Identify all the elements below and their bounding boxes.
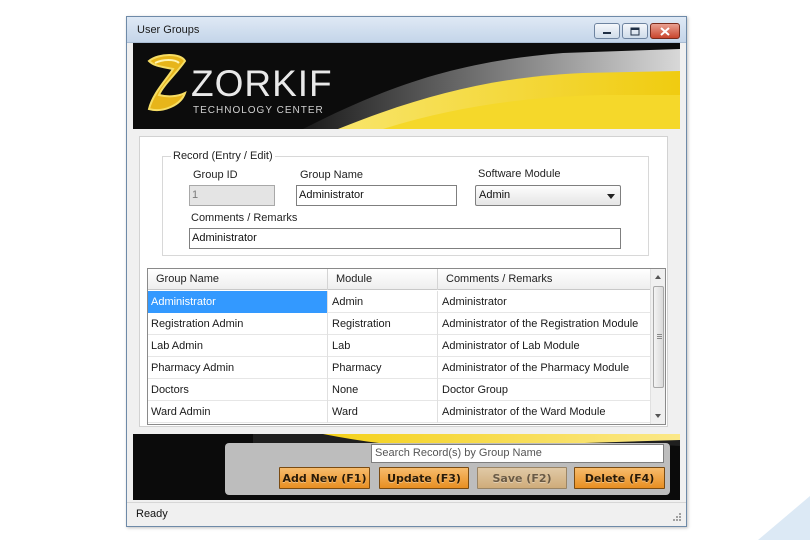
record-groupbox: Record (Entry / Edit) Group ID 1 Group N… [162,150,649,256]
search-input[interactable]: Search Record(s) by Group Name [371,444,664,463]
action-band: Search Record(s) by Group Name Add New (… [133,434,680,500]
table-row[interactable]: Ward Admin Ward Administrator of the War… [148,401,651,423]
brand-banner: ZORKIF TECHNOLOGY CENTER [133,43,680,129]
update-button[interactable]: Update (F3) [379,467,469,489]
group-id-field: 1 [189,185,275,206]
title-bar[interactable]: User Groups [127,17,686,43]
cell-group-name[interactable]: Lab Admin [148,335,328,357]
group-name-field[interactable]: Administrator [296,185,457,206]
comments-field[interactable]: Administrator [189,228,621,249]
cell-comments[interactable]: Administrator [438,291,651,313]
close-button[interactable] [650,23,680,39]
comments-label: Comments / Remarks [191,212,298,224]
cell-module[interactable]: Lab [328,335,438,357]
status-text: Ready [136,508,168,520]
software-module-select[interactable]: Admin [475,185,621,206]
table-row[interactable]: Registration Admin Registration Administ… [148,313,651,335]
cell-group-name[interactable]: Administrator [148,291,328,313]
column-header-comments[interactable]: Comments / Remarks [438,269,651,290]
corner-decoration [758,496,810,540]
resize-grip-icon[interactable] [672,512,682,522]
add-new-button[interactable]: Add New (F1) [279,467,370,489]
table-body: Administrator Admin Administrator Regist… [148,291,651,423]
cell-group-name[interactable]: Pharmacy Admin [148,357,328,379]
table-row[interactable]: Pharmacy Admin Pharmacy Administrator of… [148,357,651,379]
group-id-label: Group ID [193,169,238,181]
user-groups-window: User Groups ZORKIF TECHNOLOGY CENTER Rec… [126,16,687,527]
cell-module[interactable]: Admin [328,291,438,313]
grip-line-icon [657,336,662,337]
cell-module[interactable]: Pharmacy [328,357,438,379]
minimize-icon [603,32,611,34]
chevron-down-icon [607,194,615,199]
table-vertical-scrollbar[interactable] [650,269,665,424]
brand-tagline: TECHNOLOGY CENTER [193,105,324,116]
delete-button[interactable]: Delete (F4) [574,467,665,489]
cell-comments[interactable]: Administrator of the Ward Module [438,401,651,423]
software-module-label: Software Module [478,168,561,180]
software-module-value: Admin [479,189,511,201]
cell-group-name[interactable]: Ward Admin [148,401,328,423]
zorkif-logo-mark [147,54,187,111]
cell-group-name[interactable]: Registration Admin [148,313,328,335]
column-header-module[interactable]: Module [328,269,438,290]
table-header: Group Name Module Comments / Remarks [148,269,651,290]
grip-line-icon [657,338,662,339]
maximize-button[interactable] [622,23,648,39]
table-row[interactable]: Lab Admin Lab Administrator of Lab Modul… [148,335,651,357]
window-title: User Groups [137,24,200,36]
scroll-down-arrow-icon[interactable] [655,414,661,418]
close-icon [660,26,670,36]
status-bar: Ready [127,502,686,526]
table-row[interactable]: Administrator Admin Administrator [148,291,651,313]
main-panel: Record (Entry / Edit) Group ID 1 Group N… [139,136,668,427]
record-groupbox-title: Record (Entry / Edit) [171,150,275,162]
brand-name: ZORKIF [191,63,333,104]
scrollbar-thumb[interactable] [653,286,664,388]
cell-comments[interactable]: Administrator of the Registration Module [438,313,651,335]
table-row[interactable]: Doctors None Doctor Group [148,379,651,401]
grip-line-icon [657,334,662,335]
action-panel: Search Record(s) by Group Name Add New (… [225,443,670,495]
maximize-icon [630,27,640,35]
column-header-group-name[interactable]: Group Name [148,269,328,290]
cell-module[interactable]: Registration [328,313,438,335]
cell-module[interactable]: None [328,379,438,401]
cell-group-name[interactable]: Doctors [148,379,328,401]
groups-table: Group Name Module Comments / Remarks Adm… [147,268,666,425]
group-name-label: Group Name [300,169,363,181]
save-button[interactable]: Save (F2) [477,467,567,489]
cell-comments[interactable]: Administrator of the Pharmacy Module [438,357,651,379]
cell-comments[interactable]: Doctor Group [438,379,651,401]
cell-module[interactable]: Ward [328,401,438,423]
window-controls [594,23,680,39]
minimize-button[interactable] [594,23,620,39]
scroll-up-arrow-icon[interactable] [655,275,661,279]
cell-comments[interactable]: Administrator of Lab Module [438,335,651,357]
